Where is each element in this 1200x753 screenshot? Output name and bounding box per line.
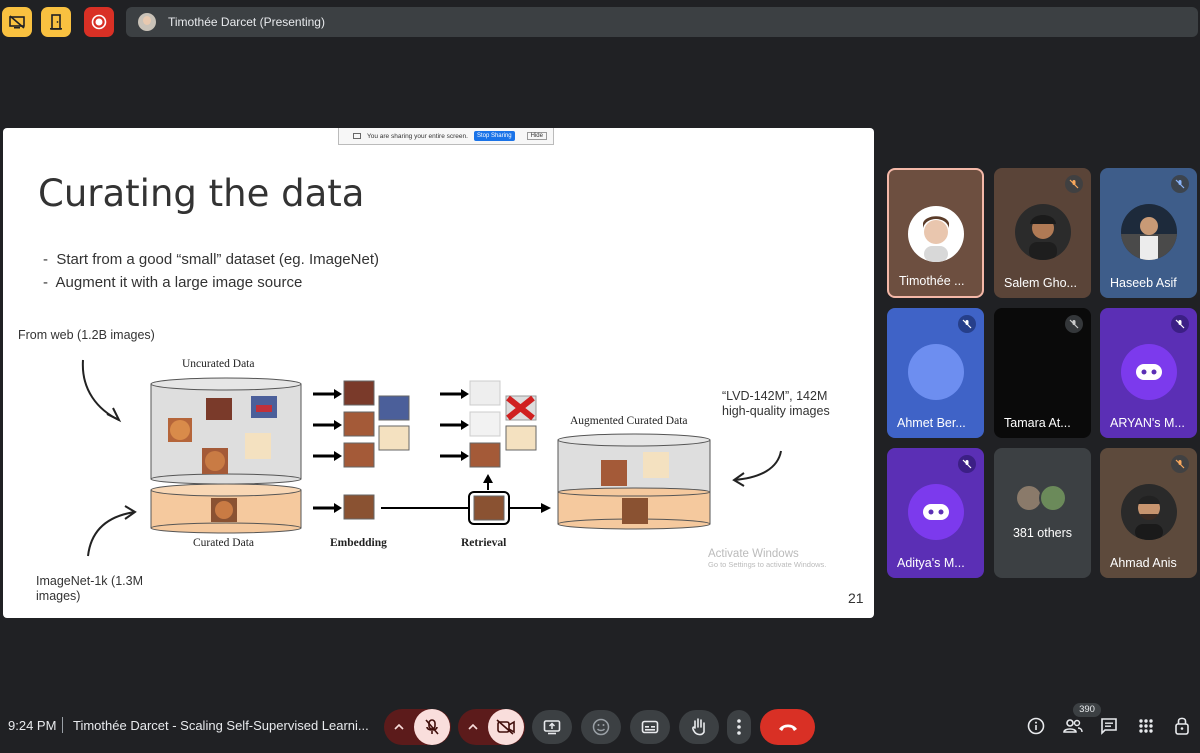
- bot-icon: [1120, 344, 1177, 400]
- lock-icon[interactable]: [1170, 714, 1194, 738]
- more-options-icon[interactable]: [727, 710, 751, 744]
- pizza-image: [601, 460, 627, 486]
- pizza-image: [622, 498, 648, 524]
- retrieval-label: Retrieval: [461, 537, 507, 549]
- presenter-avatar: [138, 13, 156, 31]
- others-count: 381 others: [1012, 526, 1073, 540]
- imagenet-arrow: [87, 511, 136, 557]
- embedding-arrows: [313, 389, 342, 513]
- meeting-title: Timothée Darcet - Scaling Self-Supervise…: [73, 718, 369, 733]
- participant-name: Timothée ...: [899, 274, 965, 288]
- people-icon[interactable]: [1061, 714, 1085, 738]
- presenter-label: Timothée Darcet (Presenting): [168, 15, 325, 29]
- presented-slide: You are sharing your entire screen. Stop…: [3, 128, 874, 618]
- food-image: [206, 398, 232, 420]
- fries-image: [643, 452, 669, 478]
- fries-image: [245, 433, 271, 459]
- presenting-bar[interactable]: Timothée Darcet (Presenting): [126, 7, 1198, 37]
- participant-tile[interactable]: Ahmet Ber...: [887, 308, 984, 438]
- retrieval-thumbnails: [468, 380, 537, 525]
- chevron-up-icon[interactable]: [458, 724, 488, 730]
- emoji-icon[interactable]: [581, 710, 621, 744]
- others-tile[interactable]: 381 others: [994, 448, 1091, 578]
- screen-share-off-icon[interactable]: [2, 7, 32, 37]
- mic-off-icon: [1171, 315, 1189, 333]
- mic-off-icon: [958, 315, 976, 333]
- participant-tile[interactable]: Tamara At...: [994, 308, 1091, 438]
- activate-windows-watermark: Activate Windows Go to Settings to activ…: [708, 548, 826, 569]
- participant-tile[interactable]: Timothée ...: [887, 168, 984, 298]
- chat-icon[interactable]: [1097, 714, 1121, 738]
- participant-tile[interactable]: ARYAN's M...: [1100, 308, 1197, 438]
- mic-off-icon: [1171, 175, 1189, 193]
- avatar: [907, 344, 964, 400]
- mic-off-icon: [958, 455, 976, 473]
- clock: 9:24 PM: [8, 718, 57, 733]
- participant-name: Ahmad Anis: [1110, 556, 1177, 570]
- participant-name: ARYAN's M...: [1110, 416, 1185, 430]
- augmented-label: Augmented Curated Data: [570, 415, 688, 427]
- curated-label: Curated Data: [193, 537, 254, 549]
- mic-control[interactable]: [384, 709, 451, 745]
- door-exit-icon[interactable]: [41, 7, 71, 37]
- mic-off-icon: [1065, 315, 1083, 333]
- participant-name: Haseeb Asif: [1110, 276, 1177, 290]
- mic-off-icon: [1171, 455, 1189, 473]
- participant-name: Salem Gho...: [1004, 276, 1077, 290]
- participant-tile[interactable]: Aditya's M...: [887, 448, 984, 578]
- participant-name: Tamara At...: [1004, 416, 1071, 430]
- captions-icon[interactable]: [630, 710, 670, 744]
- avatar: [1120, 484, 1177, 540]
- camera-off-icon[interactable]: [488, 709, 524, 745]
- chevron-up-icon[interactable]: [384, 724, 414, 730]
- participant-name: Ahmet Ber...: [897, 416, 966, 430]
- avatar: [1014, 204, 1071, 260]
- divider: [62, 717, 63, 733]
- curation-diagram: [81, 359, 782, 557]
- info-icon[interactable]: [1024, 714, 1048, 738]
- participant-tile[interactable]: Salem Gho...: [994, 168, 1091, 298]
- uncurated-label: Uncurated Data: [182, 358, 255, 370]
- embedding-thumbnails: [343, 380, 410, 520]
- watermark-title: Activate Windows: [708, 548, 799, 560]
- end-call-button[interactable]: [760, 709, 815, 745]
- avatar: [907, 206, 964, 262]
- record-icon[interactable]: [84, 7, 114, 37]
- participant-tile[interactable]: Ahmad Anis: [1100, 448, 1197, 578]
- mic-off-icon: [1065, 175, 1083, 193]
- embedding-label: Embedding: [330, 537, 387, 549]
- mic-off-icon[interactable]: [414, 709, 450, 745]
- participant-name: Aditya's M...: [897, 556, 965, 570]
- slide-page-number: 21: [848, 590, 864, 606]
- meet-window: Timothée Darcet (Presenting) You are sha…: [0, 0, 1200, 753]
- raise-hand-icon[interactable]: [679, 710, 719, 744]
- bot-icon: [907, 484, 964, 540]
- present-icon[interactable]: [532, 710, 572, 744]
- camera-control[interactable]: [458, 709, 525, 745]
- avatar: [1039, 484, 1067, 512]
- avatar: [1120, 204, 1177, 260]
- watermark-subtitle: Go to Settings to activate Windows.: [708, 560, 827, 569]
- end-call-icon: [778, 724, 797, 731]
- activities-icon[interactable]: [1134, 714, 1158, 738]
- participant-tile[interactable]: Haseeb Asif: [1100, 168, 1197, 298]
